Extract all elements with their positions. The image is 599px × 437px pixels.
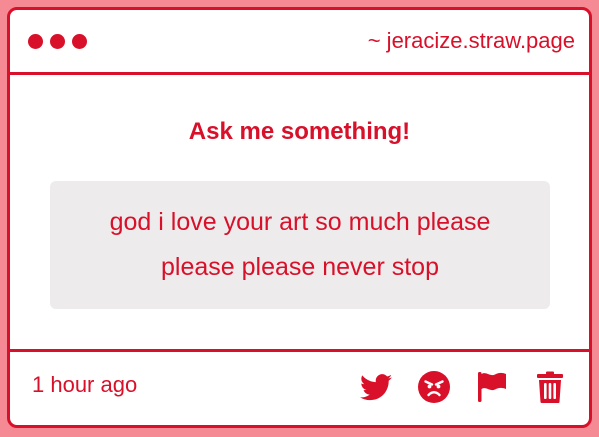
question-card: ~ jeracize.straw.page Ask me something! … [7, 7, 592, 428]
card-footer: 1 hour ago [10, 349, 589, 425]
window-dot [28, 34, 43, 49]
timestamp: 1 hour ago [32, 372, 138, 397]
window-dot [72, 34, 87, 49]
site-link[interactable]: ~ jeracize.straw.page [368, 28, 575, 54]
action-bar [359, 370, 567, 404]
page-heading: Ask me something! [188, 118, 411, 145]
flag-icon [478, 372, 506, 402]
delete-button[interactable] [533, 370, 567, 404]
window-dots [28, 34, 87, 49]
share-twitter-button[interactable] [359, 370, 393, 404]
report-button[interactable] [475, 370, 509, 404]
question-box: god i love your art so much please pleas… [50, 181, 550, 309]
react-angry-button[interactable] [417, 370, 451, 404]
title-bar: ~ jeracize.straw.page [10, 10, 589, 75]
twitter-icon [360, 373, 392, 400]
question-text: god i love your art so much please pleas… [109, 208, 491, 281]
window-dot [50, 34, 65, 49]
trash-icon [537, 371, 563, 403]
angry-face-icon [418, 371, 450, 403]
